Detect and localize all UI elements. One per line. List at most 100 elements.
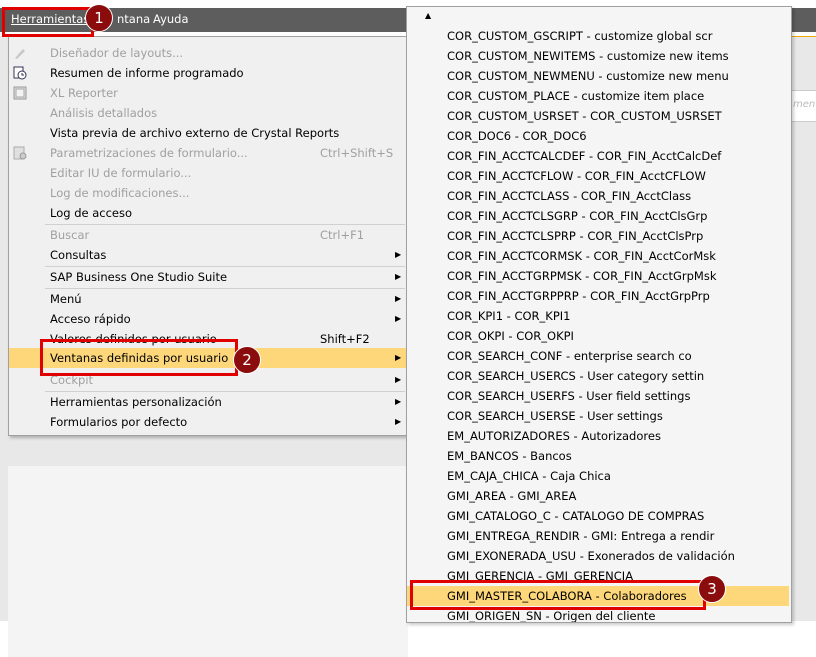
submenu-item[interactable]: EM_BANCOS - Bancos: [407, 446, 789, 466]
menu-item-studio-suite[interactable]: SAP Business One Studio Suite ▶: [9, 267, 407, 287]
submenu-item-label: COR_SEARCH_USERFS - User field settings: [447, 389, 691, 403]
submenu-item-label: COR_FIN_ACCTCLASS - COR_FIN_AcctClass: [447, 189, 692, 203]
menu-item-quick-access[interactable]: Acceso rápido ▶: [9, 309, 407, 329]
menu-item-label: Análisis detallados: [50, 106, 158, 120]
user-defined-windows-submenu: ▲ COR_CUSTOM_GSCRIPT - customize global …: [406, 6, 792, 623]
submenu-item[interactable]: COR_CUSTOM_NEWMENU - customize new menu: [407, 66, 789, 86]
submenu-arrow-icon: ▶: [395, 314, 402, 323]
submenu-item-label: COR_FIN_ACCTCORMSK - COR_FIN_AcctCorMsk: [447, 249, 716, 263]
menu-item-label: SAP Business One Studio Suite: [50, 270, 228, 284]
submenu-item[interactable]: COR_SEARCH_USERFS - User field settings: [407, 386, 789, 406]
submenu-item[interactable]: COR_FIN_ACCTCLSPRP - COR_FIN_AcctClsPrp: [407, 226, 789, 246]
annotation-badge-1: 1: [85, 4, 113, 32]
submenu-item-label: COR_SEARCH_USERSE - User settings: [447, 409, 663, 423]
submenu-item[interactable]: COR_FIN_ACCTGRPPRP - COR_FIN_AcctGrpPrp: [407, 286, 789, 306]
menu-item-layout-designer[interactable]: Diseñador de layouts...: [9, 43, 407, 63]
menu-item-change-log[interactable]: Log de modificaciones...: [9, 183, 407, 203]
submenu-item[interactable]: COR_SEARCH_USERCS - User category settin: [407, 366, 789, 386]
menu-item-label: Parametrizaciones de formulario...: [50, 146, 248, 160]
submenu-item-label: GMI_AREA - GMI_AREA: [447, 489, 577, 503]
submenu-item-label: EM_CAJA_CHICA - Caja Chica: [447, 469, 611, 483]
menu-item-customization-tools[interactable]: Herramientas personalización ▶: [9, 392, 407, 412]
submenu-item[interactable]: COR_FIN_ACCTCFLOW - COR_FIN_AcctCFLOW: [407, 166, 789, 186]
submenu-item[interactable]: COR_FIN_ACCTCLASS - COR_FIN_AcctClass: [407, 186, 789, 206]
menu-item-shortcut: Ctrl+Shift+S: [320, 146, 394, 160]
submenu-item-label: GMI_EXONERADA_USU - Exonerados de valida…: [447, 549, 735, 563]
submenu-item-label: GMI_CATALOGO_C - CATALOGO DE COMPRAS: [447, 509, 705, 523]
submenu-item-label: COR_CUSTOM_NEWMENU - customize new menu: [447, 69, 729, 83]
menu-item-xl-reporter[interactable]: XL Reporter: [9, 83, 407, 103]
submenu-item[interactable]: COR_FIN_ACCTCLSGRP - COR_FIN_AcctClsGrp: [407, 206, 789, 226]
form-settings-icon: [13, 146, 27, 160]
submenu-item[interactable]: COR_FIN_ACCTCORMSK - COR_FIN_AcctCorMsk: [407, 246, 789, 266]
annotation-badge-2: 2: [233, 346, 261, 374]
menu-item-edit-form-ui[interactable]: Editar IU de formulario...: [9, 163, 407, 183]
menu-item-form-settings[interactable]: Parametrizaciones de formulario... Ctrl+…: [9, 143, 407, 163]
menu-item-shortcut: Shift+F2: [320, 332, 370, 346]
menu-item-queries[interactable]: Consultas ▶: [9, 245, 407, 265]
submenu-item-label: COR_FIN_ACCTGRPMSK - COR_FIN_AcctGrpMsk: [447, 269, 717, 283]
submenu-item-label: COR_DOC6 - COR_DOC6: [447, 129, 587, 143]
menu-item-access-log[interactable]: Log de acceso: [9, 203, 407, 223]
submenu-arrow-icon: ▶: [395, 375, 402, 384]
submenu-arrow-icon: ▶: [395, 294, 402, 303]
submenu-item[interactable]: EM_AUTORIZADORES - Autorizadores: [407, 426, 789, 446]
submenu-item[interactable]: COR_OKPI - COR_OKPI: [407, 326, 789, 346]
menu-item-menu[interactable]: Menú ▶: [9, 289, 407, 309]
submenu-item[interactable]: COR_CUSTOM_USRSET - COR_CUSTOM_USRSET: [407, 106, 789, 126]
menu-ayuda[interactable]: Ayuda: [153, 12, 189, 26]
submenu-item-label: EM_BANCOS - Bancos: [447, 449, 572, 463]
menu-ventana[interactable]: ntana: [117, 12, 150, 26]
menu-item-scheduled-report[interactable]: Resumen de informe programado: [9, 63, 407, 83]
menu-item-label: Formularios por defecto: [50, 415, 188, 429]
menu-item-search[interactable]: Buscar Ctrl+F1: [9, 225, 407, 245]
menu-item-detailed-analysis[interactable]: Análisis detallados: [9, 103, 407, 123]
annotation-box-2: [40, 339, 238, 376]
submenu-item[interactable]: GMI_CATALOGO_C - CATALOGO DE COMPRAS: [407, 506, 789, 526]
submenu-item-label: COR_FIN_ACCTCALCDEF - COR_FIN_AcctCalcDe…: [447, 149, 722, 163]
submenu-item[interactable]: COR_FIN_ACCTCALCDEF - COR_FIN_AcctCalcDe…: [407, 146, 789, 166]
submenu-item[interactable]: GMI_EXONERADA_USU - Exonerados de valida…: [407, 546, 789, 566]
submenu-arrow-icon: ▶: [395, 397, 402, 406]
submenu-item-label: COR_SEARCH_CONF - enterprise search co: [447, 349, 692, 363]
submenu-item[interactable]: COR_CUSTOM_PLACE - customize item place: [407, 86, 789, 106]
menu-item-label: Acceso rápido: [50, 312, 131, 326]
submenu-item-label: COR_CUSTOM_NEWITEMS - customize new item…: [447, 49, 729, 63]
submenu-item-label: GMI_ENTREGA_RENDIR - GMI: Entrega a rend…: [447, 529, 715, 543]
menu-item-label: XL Reporter: [50, 86, 118, 100]
submenu-item-label: EM_AUTORIZADORES - Autorizadores: [447, 429, 661, 443]
annotation-box-1: [2, 7, 94, 37]
submenu-item[interactable]: COR_FIN_ACCTGRPMSK - COR_FIN_AcctGrpMsk: [407, 266, 789, 286]
submenu-item[interactable]: GMI_AREA - GMI_AREA: [407, 486, 789, 506]
menu-item-shortcut: Ctrl+F1: [320, 228, 365, 242]
submenu-item-label: COR_CUSTOM_PLACE - customize item place: [447, 89, 705, 103]
submenu-item-label: COR_FIN_ACCTGRPPRP - COR_FIN_AcctGrpPrp: [447, 289, 710, 303]
submenu-arrow-icon: ▶: [395, 417, 402, 426]
menu-item-label: Herramientas personalización: [50, 395, 222, 409]
submenu-item[interactable]: COR_DOC6 - COR_DOC6: [407, 126, 789, 146]
submenu-item[interactable]: COR_SEARCH_CONF - enterprise search co: [407, 346, 789, 366]
menu-item-label: Menú: [50, 292, 82, 306]
submenu-item-label: COR_CUSTOM_GSCRIPT - customize global sc…: [447, 29, 713, 43]
submenu-item[interactable]: COR_CUSTOM_GSCRIPT - customize global sc…: [407, 26, 789, 46]
submenu-item[interactable]: EM_CAJA_CHICA - Caja Chica: [407, 466, 789, 486]
submenu-arrow-icon: ▶: [395, 250, 402, 259]
submenu-arrow-icon: ▶: [395, 272, 402, 281]
submenu-item-label: COR_OKPI - COR_OKPI: [447, 329, 574, 343]
menu-item-label: Vista previa de archivo externo de Cryst…: [50, 126, 340, 140]
menu-item-default-forms[interactable]: Formularios por defecto ▶: [9, 412, 407, 432]
xl-reporter-icon: [13, 86, 27, 100]
menu-item-crystal-preview[interactable]: Vista previa de archivo externo de Cryst…: [9, 123, 407, 143]
menu-item-label: Editar IU de formulario...: [50, 166, 192, 180]
menu-item-label: Log de acceso: [50, 206, 133, 220]
submenu-item[interactable]: GMI_ENTREGA_RENDIR - GMI: Entrega a rend…: [407, 526, 789, 546]
scroll-up-arrow-icon[interactable]: ▲: [425, 11, 431, 20]
menu-item-label: Diseñador de layouts...: [50, 46, 184, 60]
background-panel: [8, 466, 408, 657]
submenu-item[interactable]: COR_KPI1 - COR_KPI1: [407, 306, 789, 326]
submenu-item[interactable]: COR_CUSTOM_NEWITEMS - customize new item…: [407, 46, 789, 66]
annotation-badge-3: 3: [698, 575, 726, 603]
submenu-arrow-icon: ▶: [395, 353, 402, 362]
submenu-item[interactable]: COR_SEARCH_USERSE - User settings: [407, 406, 789, 426]
layout-designer-icon: [13, 46, 27, 60]
